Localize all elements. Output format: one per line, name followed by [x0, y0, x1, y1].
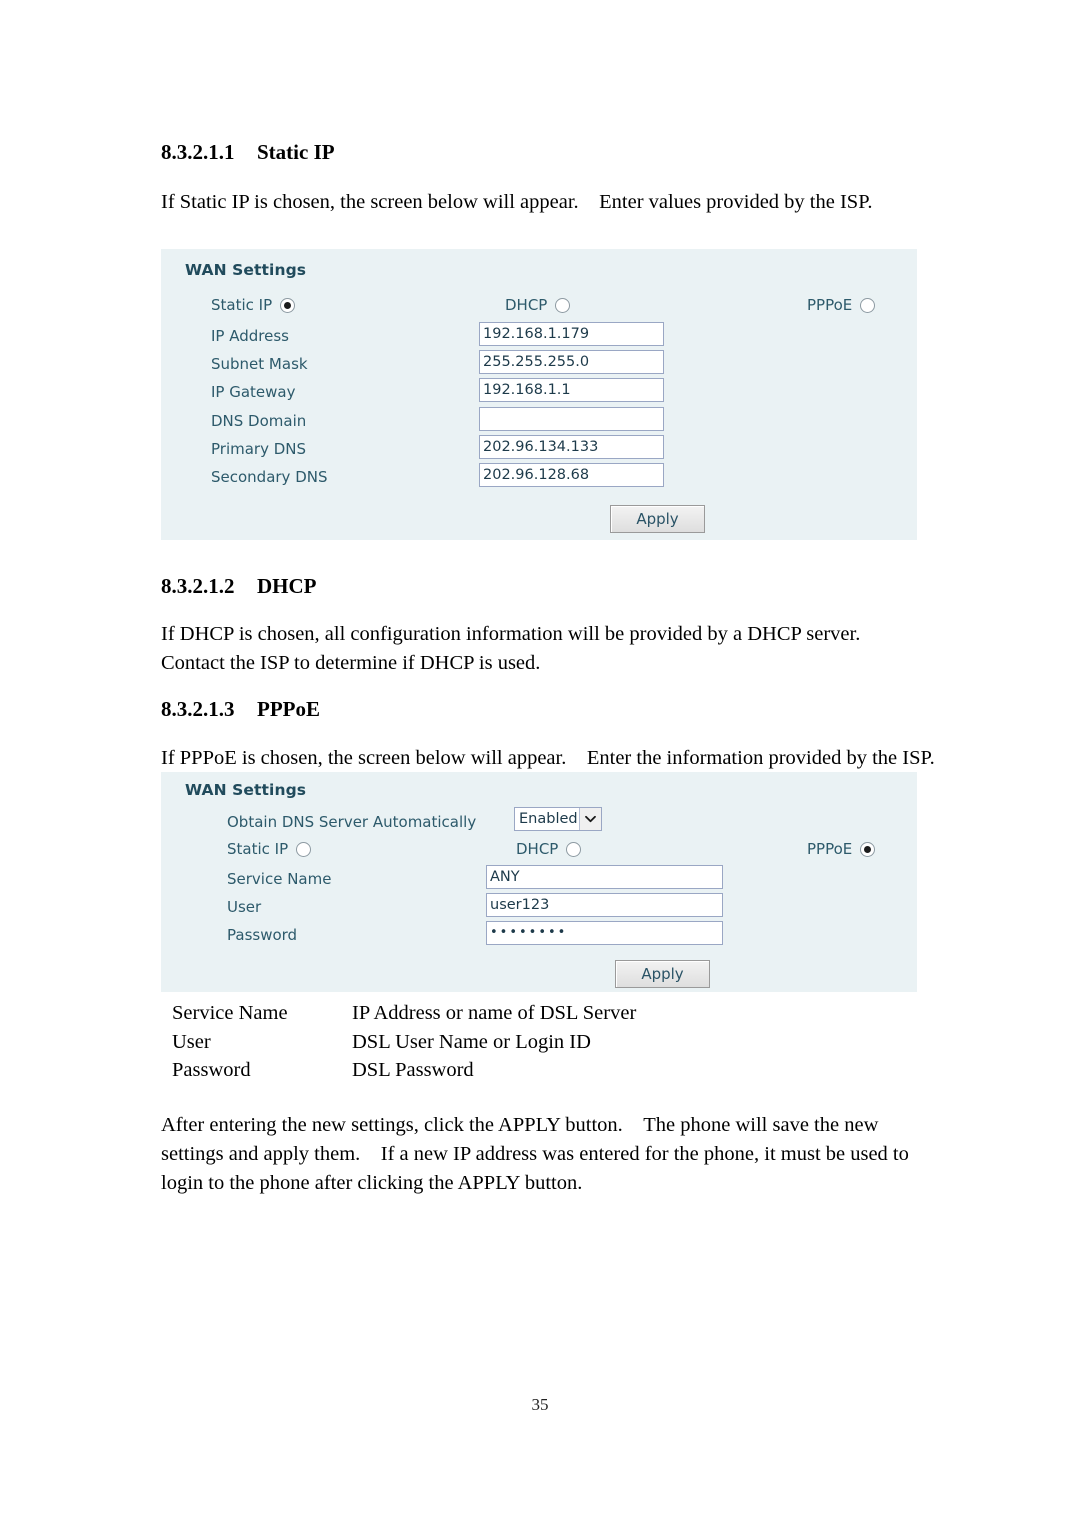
input-dns-domain[interactable]: [479, 407, 664, 431]
input-primary-dns[interactable]: 202.96.134.133: [479, 435, 664, 459]
wan-settings-panel-pppoe: WAN Settings Obtain DNS Server Automatic…: [161, 772, 917, 992]
label-primary-dns: Primary DNS: [211, 440, 307, 458]
radio-label-static-ip: Static IP: [211, 296, 273, 314]
panel-title-pppoe: WAN Settings: [185, 781, 307, 799]
definition-row: Service Name IP Address or name of DSL S…: [172, 999, 872, 1028]
definition-term: Password: [172, 1059, 251, 1081]
document-page: 8.3.2.1.1 Static IP If Static IP is chose…: [0, 0, 1080, 1527]
radio-label-dhcp: DHCP: [505, 296, 548, 314]
definition-description: DSL Password: [352, 1059, 474, 1081]
label-ip-gateway: IP Gateway: [211, 383, 296, 401]
apply-button-static[interactable]: Apply: [610, 505, 705, 533]
label-obtain-dns-auto: Obtain DNS Server Automatically: [227, 813, 477, 831]
heading-dhcp: 8.3.2.1.2 DHCP: [161, 574, 317, 599]
radio-pppoe-icon[interactable]: [860, 841, 876, 857]
definition-description: DSL User Name or Login ID: [352, 1030, 591, 1053]
input-ip-address[interactable]: 192.168.1.179: [479, 322, 664, 346]
paragraph-closing: After entering the new settings, click t…: [161, 1114, 909, 1194]
radio-label-static-ip: Static IP: [227, 840, 289, 858]
label-ip-address: IP Address: [211, 327, 289, 345]
definition-row: Password DSL Password: [172, 1056, 872, 1085]
radio-label-dhcp: DHCP: [516, 840, 559, 858]
label-service-name: Service Name: [227, 870, 332, 888]
mode-radio-pppoe-pppoe-panel[interactable]: PPPoE: [807, 840, 876, 858]
label-password: Password: [227, 926, 298, 944]
select-obtain-dns-auto[interactable]: Enabled: [514, 807, 602, 831]
definition-term: User: [172, 1030, 211, 1053]
mode-radio-dhcp[interactable]: DHCP: [505, 296, 571, 314]
mode-radio-static-ip-pppoe-panel[interactable]: Static IP: [227, 840, 312, 858]
radio-label-pppoe: PPPoE: [807, 840, 853, 858]
input-service-name[interactable]: ANY: [486, 865, 723, 889]
heading-title: PPPoE: [257, 697, 320, 721]
heading-title: Static IP: [257, 140, 335, 164]
label-user: User: [227, 898, 262, 916]
heading-number: 8.3.2.1.1: [161, 140, 235, 164]
input-user[interactable]: user123: [486, 893, 723, 917]
definition-term: Service Name: [172, 1002, 288, 1024]
panel-title-static: WAN Settings: [185, 261, 307, 279]
wan-settings-panel-static: WAN Settings Static IP DHCP PPPoE IP Add…: [161, 249, 917, 540]
radio-static-ip-icon[interactable]: [280, 297, 296, 313]
radio-static-ip-icon[interactable]: [296, 841, 312, 857]
paragraph-dhcp: If DHCP is chosen, all configuration inf…: [161, 623, 861, 674]
paragraph-pppoe: If PPPoE is chosen, the screen below wil…: [161, 747, 935, 769]
label-secondary-dns: Secondary DNS: [211, 468, 328, 486]
radio-label-pppoe: PPPoE: [807, 296, 853, 314]
mode-radio-static-ip[interactable]: Static IP: [211, 296, 296, 314]
apply-button-pppoe[interactable]: Apply: [615, 960, 710, 988]
radio-pppoe-icon[interactable]: [860, 297, 876, 313]
input-ip-gateway[interactable]: 192.168.1.1: [479, 378, 664, 402]
select-value-dns-auto: Enabled: [519, 811, 578, 827]
mode-radio-dhcp-pppoe-panel[interactable]: DHCP: [516, 840, 582, 858]
input-password[interactable]: ••••••••: [486, 921, 723, 945]
label-dns-domain: DNS Domain: [211, 412, 307, 430]
heading-number: 8.3.2.1.3: [161, 697, 235, 721]
field-definition-list: Service Name IP Address or name of DSL S…: [172, 999, 872, 1085]
definition-row: User DSL User Name or Login ID: [172, 1028, 872, 1057]
heading-static-ip: 8.3.2.1.1 Static IP: [161, 140, 335, 165]
input-subnet-mask[interactable]: 255.255.255.0: [479, 350, 664, 374]
heading-pppoe: 8.3.2.1.3 PPPoE: [161, 697, 320, 722]
label-subnet-mask: Subnet Mask: [211, 355, 308, 373]
page-number: 35: [531, 1395, 549, 1414]
heading-number: 8.3.2.1.2: [161, 574, 235, 598]
radio-dhcp-icon[interactable]: [566, 841, 582, 857]
radio-dhcp-icon[interactable]: [555, 297, 571, 313]
definition-description: IP Address or name of DSL Server: [352, 1002, 637, 1024]
heading-title: DHCP: [257, 574, 317, 598]
chevron-down-icon[interactable]: [579, 808, 601, 830]
paragraph-static-ip: If Static IP is chosen, the screen below…: [161, 191, 873, 213]
mode-radio-pppoe[interactable]: PPPoE: [807, 296, 876, 314]
input-secondary-dns[interactable]: 202.96.128.68: [479, 463, 664, 487]
